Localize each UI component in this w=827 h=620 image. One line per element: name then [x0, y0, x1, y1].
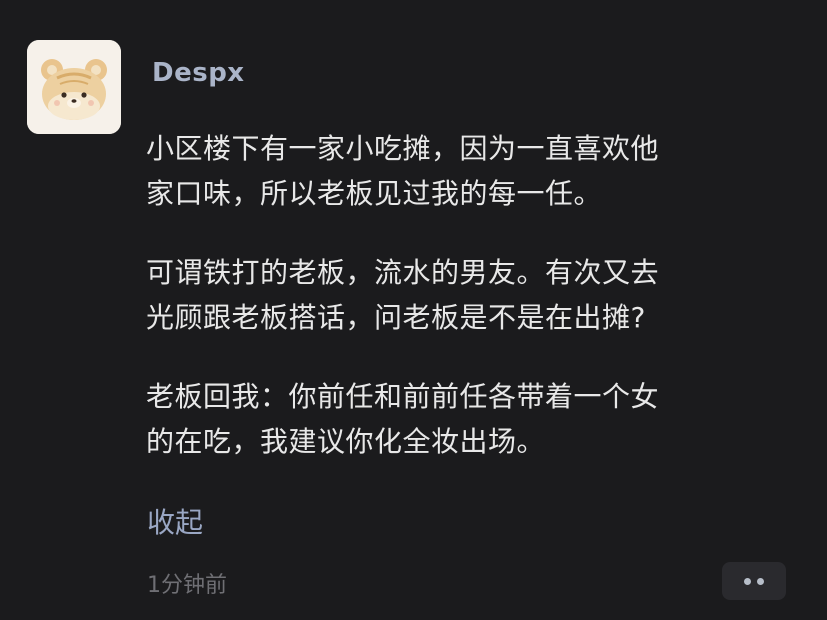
text-line: 光顾跟老板搭话，问老板是不是在出摊? — [146, 301, 646, 334]
bear-avatar-icon — [27, 40, 121, 134]
post-paragraph: 小区楼下有一家小吃摊，因为一直喜欢他 家口味，所以老板见过我的每一任。 — [146, 126, 786, 216]
more-dots-icon — [741, 577, 767, 585]
text-line: 老板回我：你前任和前前任各带着一个女 — [146, 380, 660, 413]
text-line: 的在吃，我建议你化全妆出场。 — [146, 425, 546, 458]
text-line: 小区楼下有一家小吃摊，因为一直喜欢他 — [146, 132, 660, 165]
text-line: 可谓铁打的老板，流水的男友。有次又去 — [146, 256, 660, 289]
avatar[interactable] — [27, 40, 121, 134]
post-content: 小区楼下有一家小吃摊，因为一直喜欢他 家口味，所以老板见过我的每一任。 可谓铁打… — [146, 126, 786, 498]
text-line: 家口味，所以老板见过我的每一任。 — [146, 177, 603, 210]
collapse-link[interactable]: 收起 — [147, 501, 203, 541]
more-button[interactable] — [722, 562, 786, 600]
post-paragraph: 老板回我：你前任和前前任各带着一个女 的在吃，我建议你化全妆出场。 — [146, 374, 786, 464]
username[interactable]: Despx — [152, 58, 245, 88]
post-paragraph: 可谓铁打的老板，流水的男友。有次又去 光顾跟老板搭话，问老板是不是在出摊? — [146, 250, 786, 340]
timestamp: 1分钟前 — [147, 573, 227, 598]
